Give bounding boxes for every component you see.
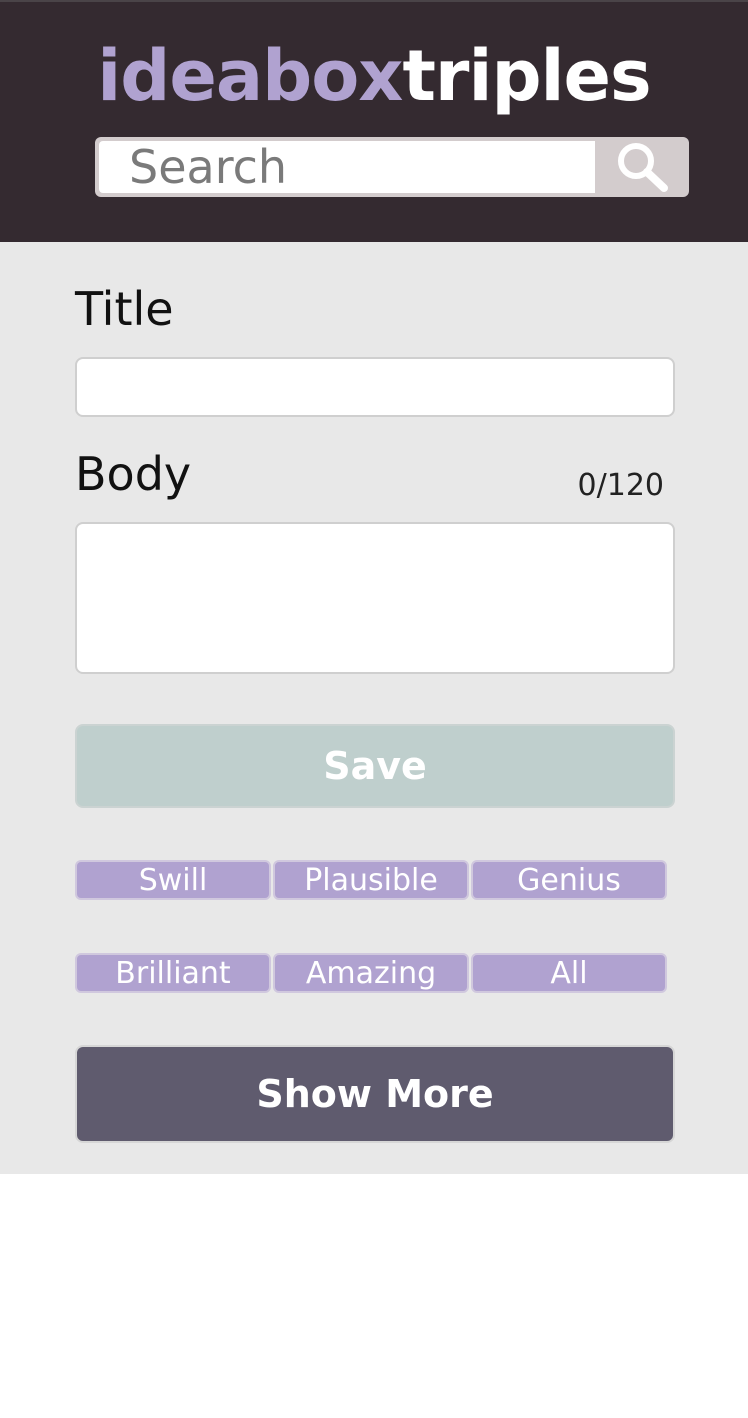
search-icon — [618, 143, 668, 192]
app-logo: ideaboxtriples — [0, 32, 748, 120]
filter-button-plausible[interactable]: Plausible — [273, 860, 469, 900]
logo-part-ideabox: ideabox — [97, 35, 403, 117]
save-button[interactable]: Save — [75, 724, 675, 808]
show-more-button[interactable]: Show More — [75, 1045, 675, 1143]
idea-form-section: Title Body 0/120 Save Swill Plausible Ge… — [0, 242, 748, 1174]
search-input[interactable] — [99, 141, 595, 193]
filter-button-genius[interactable]: Genius — [471, 860, 667, 900]
body-label: Body — [75, 447, 192, 501]
filter-button-amazing[interactable]: Amazing — [273, 953, 469, 993]
filter-button-swill[interactable]: Swill — [75, 860, 271, 900]
character-counter: 0/120 — [577, 468, 664, 503]
search-button[interactable] — [595, 137, 689, 197]
search-bar — [95, 137, 689, 197]
app-header: ideaboxtriples — [0, 0, 748, 242]
filter-button-brilliant[interactable]: Brilliant — [75, 953, 271, 993]
logo-part-triples: triples — [402, 35, 651, 117]
title-label: Title — [75, 282, 174, 336]
title-input[interactable] — [75, 357, 675, 417]
body-textarea[interactable] — [75, 522, 675, 674]
filter-button-all[interactable]: All — [471, 953, 667, 993]
